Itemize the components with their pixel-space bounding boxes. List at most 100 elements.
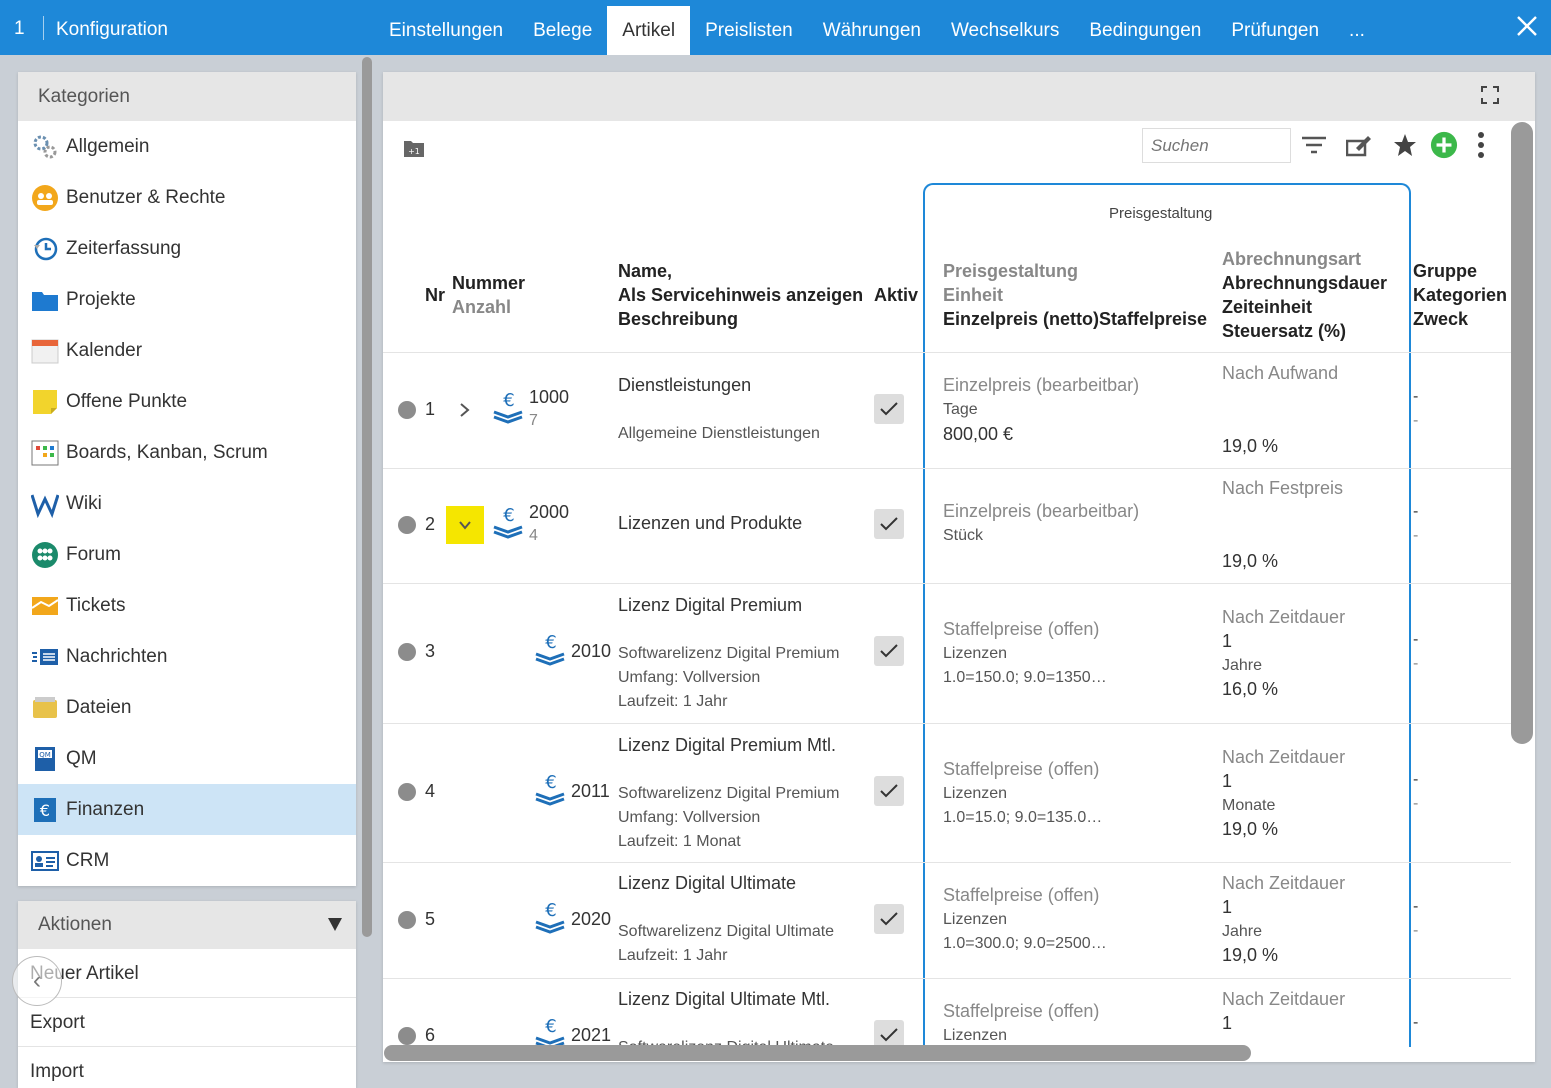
euro-stack-icon: €	[493, 505, 523, 546]
sidebar-item-label: Forum	[66, 543, 121, 565]
sidebar-scrollbar[interactable]	[362, 57, 372, 937]
sidebar-item-kalender[interactable]: Kalender	[18, 325, 356, 376]
sidebar-item-wiki[interactable]: Wiki	[18, 478, 356, 529]
table-row[interactable]: 2 € 2000 4 Lizenzen und Produkte Einzelp…	[383, 468, 1511, 584]
row-desc: Umfang: Vollversion	[618, 669, 761, 686]
actions-header[interactable]: Aktionen	[18, 901, 356, 949]
chevron-right-icon[interactable]	[459, 402, 471, 423]
tab-waehrungen[interactable]: Währungen	[808, 6, 936, 55]
sidebar-item-qm[interactable]: QM QM	[18, 733, 356, 784]
sidebar-item-finanzen[interactable]: € Finanzen	[18, 784, 356, 835]
fullscreen-icon[interactable]	[1481, 86, 1499, 104]
vertical-scrollbar[interactable]	[1511, 122, 1533, 744]
row-desc: Softwarelizenz Digital Premium	[618, 645, 840, 662]
add-folder-icon[interactable]: +1	[403, 138, 425, 158]
sidebar-item-tickets[interactable]: Tickets	[18, 580, 356, 631]
table-row[interactable]: 5 € 2020 Lizenz Digital Ultimate Softwar…	[383, 862, 1511, 978]
actions-header-label: Aktionen	[38, 914, 112, 935]
tab-more[interactable]: ...	[1334, 6, 1380, 55]
more-vertical-icon[interactable]	[1467, 131, 1495, 159]
row-zeiteinheit: Jahre	[1222, 923, 1263, 940]
aktiv-checkbox[interactable]	[874, 776, 904, 806]
tab-wechselkurs[interactable]: Wechselkurs	[936, 6, 1074, 55]
add-icon[interactable]	[1430, 131, 1458, 159]
euro-stack-icon: €	[535, 772, 565, 813]
sidebar-item-nachrichten[interactable]: Nachrichten	[18, 631, 356, 682]
col-name[interactable]: Name, Als Servicehinweis anzeigen Beschrei…	[618, 259, 863, 331]
action-import[interactable]: Import	[18, 1047, 356, 1088]
svg-text:QM: QM	[39, 751, 51, 759]
sidebar-item-crm[interactable]: CRM	[18, 835, 356, 886]
tab-einstellungen[interactable]: Einstellungen	[374, 6, 518, 55]
aktiv-checkbox[interactable]	[874, 1020, 904, 1047]
sidebar-item-projekte[interactable]: Projekte	[18, 274, 356, 325]
aktiv-checkbox[interactable]	[874, 394, 904, 424]
row-abrechnungsart: Nach Zeitdauer	[1222, 989, 1346, 1009]
sidebar-item-benutzer[interactable]: Benutzer & Rechte	[18, 172, 356, 223]
folder-icon	[30, 285, 60, 315]
aktiv-checkbox[interactable]	[874, 509, 904, 539]
close-icon[interactable]	[1515, 14, 1539, 38]
col-nr[interactable]: Nr	[425, 283, 445, 307]
sidebar-item-label: QM	[66, 747, 97, 769]
row-abrechnungsart: Nach Zeitdauer	[1222, 607, 1346, 627]
table-row[interactable]: 1 € 1000 7 Dienstleistungen Allgemeine D…	[383, 352, 1511, 468]
tab-pruefungen[interactable]: Prüfungen	[1216, 6, 1334, 55]
row-nummer: 2011	[571, 781, 610, 801]
categories-panel: Kategorien Allgemein Benutzer & Rechte Z…	[18, 72, 356, 886]
toolbar: +1	[383, 121, 1535, 177]
tab-bedingungen[interactable]: Bedingungen	[1074, 6, 1216, 55]
sidebar-item-label: Projekte	[66, 288, 136, 310]
star-icon[interactable]	[1391, 131, 1419, 159]
row-steuer: 19,0 %	[1222, 436, 1279, 456]
table-row[interactable]: 4 € 2011 Lizenz Digital Premium Mtl. Sof…	[383, 723, 1511, 863]
row-nr: 4	[425, 781, 436, 801]
users-icon	[30, 183, 60, 213]
tickets-icon	[30, 591, 60, 621]
window-title: Konfiguration	[56, 19, 168, 40]
search-input[interactable]	[1142, 128, 1291, 163]
horizontal-scrollbar[interactable]	[384, 1045, 1251, 1061]
row-desc: Laufzeit: 1 Monat	[618, 833, 741, 850]
table-row[interactable]: 6 € 2021 Lizenz Digital Ultimate Mtl. So…	[383, 978, 1511, 1047]
filter-icon[interactable]	[1300, 131, 1328, 159]
edit-icon[interactable]	[1345, 131, 1373, 159]
action-neuer-artikel[interactable]: Neuer Artikel	[18, 949, 356, 998]
tab-preislisten[interactable]: Preislisten	[690, 6, 808, 55]
sidebar-item-forum[interactable]: Forum	[18, 529, 356, 580]
col-aktiv[interactable]: Aktiv	[874, 283, 918, 307]
sidebar-item-allgemein[interactable]: Allgemein	[18, 121, 356, 172]
collapse-triangle-icon[interactable]	[328, 918, 342, 931]
aktiv-checkbox[interactable]	[874, 904, 904, 934]
col-gruppe[interactable]: Gruppe Kategorien Zweck	[1413, 259, 1507, 331]
row-nummer: 2010	[571, 641, 612, 661]
col-nummer[interactable]: Nummer Anzahl	[452, 271, 525, 319]
row-abrechnungsart: Nach Zeitdauer	[1222, 747, 1346, 767]
sticky-note-icon	[30, 387, 60, 417]
aktiv-checkbox[interactable]	[874, 636, 904, 666]
row-nr: 1	[425, 399, 436, 419]
col-abrechnung[interactable]: Abrechnungsart Abrechnungsdauer Zeiteinhei…	[1222, 247, 1387, 343]
action-export[interactable]: Export	[18, 998, 356, 1047]
table-row[interactable]: 3 € 2010 Lizenz Digital Premium Software…	[383, 583, 1511, 723]
status-dot	[398, 783, 416, 801]
tab-belege[interactable]: Belege	[518, 6, 607, 55]
back-button[interactable]: ‹	[12, 956, 62, 1006]
euro-stack-icon: €	[535, 632, 565, 673]
sidebar-item-boards[interactable]: Boards, Kanban, Scrum	[18, 427, 356, 478]
sidebar-item-zeiterfassung[interactable]: Zeiterfassung	[18, 223, 356, 274]
row-name: Lizenz Digital Ultimate	[618, 873, 797, 893]
row-steuer: 19,0 %	[1222, 945, 1279, 965]
row-preisgestaltung: Einzelpreis (bearbeitbar)	[943, 501, 1140, 521]
tab-artikel[interactable]: Artikel	[607, 6, 691, 55]
svg-text:€: €	[503, 505, 514, 526]
col-preisgestaltung[interactable]: Preisgestaltung Einheit Einzelpreis (netto…	[943, 259, 1207, 331]
sidebar-item-offene-punkte[interactable]: Offene Punkte	[18, 376, 356, 427]
chevron-down-icon[interactable]	[446, 506, 484, 544]
row-kategorie: -	[1413, 527, 1419, 544]
euro-stack-icon: €	[493, 390, 523, 431]
row-steuer: 19,0 %	[1222, 551, 1279, 571]
row-gruppe: -	[1413, 503, 1419, 520]
row-abrechnungsart: Nach Zeitdauer	[1222, 873, 1346, 893]
sidebar-item-dateien[interactable]: Dateien	[18, 682, 356, 733]
